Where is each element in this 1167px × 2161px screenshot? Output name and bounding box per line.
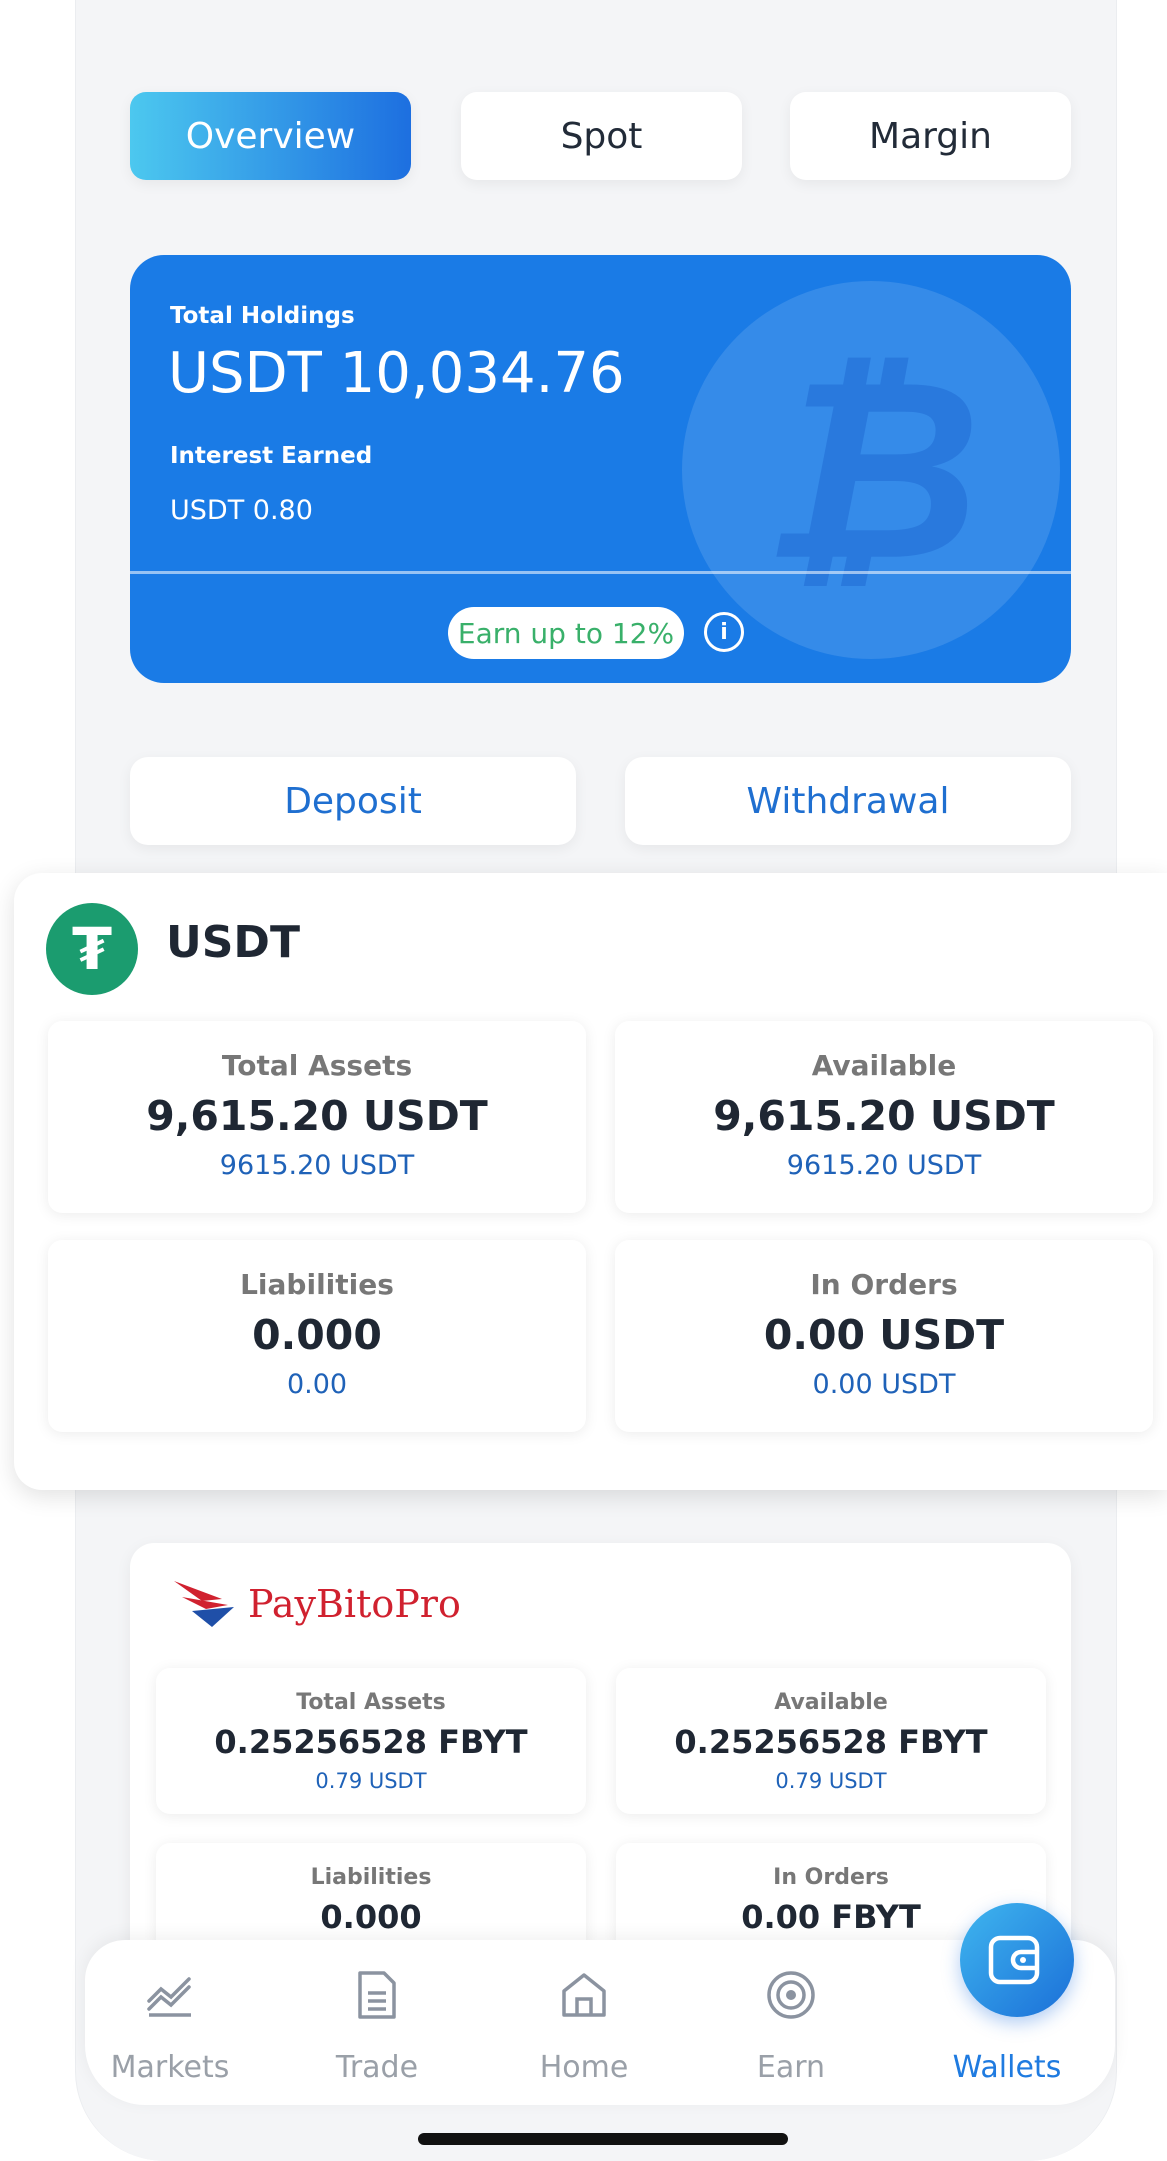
stat-label: In Orders xyxy=(773,1865,889,1890)
total-holdings-value: USDT 10,034.76 xyxy=(168,341,625,406)
tab-overview[interactable]: Overview xyxy=(130,92,411,180)
bitcoin-icon: ₿ xyxy=(761,324,981,616)
usdt-available: Available 9,615.20 USDT 9615.20 USDT xyxy=(615,1021,1153,1213)
nav-home[interactable]: Home xyxy=(499,1960,669,2085)
paybito-logo: PayBitoPro xyxy=(172,1577,461,1631)
nav-label: Wallets xyxy=(952,2050,1062,2085)
wallet-icon[interactable] xyxy=(960,1903,1074,2017)
earn-badge[interactable]: Earn up to 12% xyxy=(448,607,684,659)
paybito-brand: PayBitoPro xyxy=(248,1582,461,1626)
nav-label: Markets xyxy=(110,2050,230,2085)
nav-earn[interactable]: Earn xyxy=(706,1960,876,2085)
chart-line-icon xyxy=(85,1960,255,2030)
tab-margin[interactable]: Margin xyxy=(790,92,1071,180)
pb-available: Available 0.25256528 FBYT 0.79 USDT xyxy=(616,1668,1046,1814)
stat-value: 0.000 xyxy=(320,1898,422,1936)
nav-label: Trade xyxy=(335,2050,419,2085)
stat-sub: 9615.20 USDT xyxy=(219,1150,415,1181)
nav-label: Earn xyxy=(756,2050,826,2085)
usdt-in-orders: In Orders 0.00 USDT 0.00 USDT xyxy=(615,1240,1153,1432)
stat-label: Total Assets xyxy=(296,1690,446,1715)
stat-label: Total Assets xyxy=(221,1049,413,1082)
nav-trade[interactable]: Trade xyxy=(292,1960,462,2085)
stat-value: 0.25256528 FBYT xyxy=(674,1723,988,1761)
interest-earned-value: USDT 0.80 xyxy=(170,495,313,526)
stat-value: 9,615.20 USDT xyxy=(713,1092,1055,1140)
nav-label: Home xyxy=(539,2050,629,2085)
deposit-button[interactable]: Deposit xyxy=(130,757,576,845)
stat-sub: 9615.20 USDT xyxy=(786,1150,982,1181)
stat-label: Liabilities xyxy=(240,1268,394,1301)
target-icon xyxy=(706,1960,876,2030)
stat-sub: 0.00 USDT xyxy=(812,1369,956,1400)
usdt-asset-card: ₮ USDT Total Assets 9,615.20 USDT 9615.2… xyxy=(14,873,1167,1490)
stat-value: 0.25256528 FBYT xyxy=(214,1723,528,1761)
total-holdings-label: Total Holdings xyxy=(170,303,355,329)
stat-label: Available xyxy=(774,1690,888,1715)
withdrawal-button[interactable]: Withdrawal xyxy=(625,757,1071,845)
stat-value: 0.00 USDT xyxy=(763,1311,1005,1359)
asset-title: USDT xyxy=(166,917,300,968)
home-icon xyxy=(499,1960,669,2030)
stat-sub: 0.00 xyxy=(286,1369,348,1400)
stat-label: Liabilities xyxy=(310,1865,432,1890)
home-indicator[interactable] xyxy=(418,2133,788,2145)
stat-value: 9,615.20 USDT xyxy=(146,1092,488,1140)
usdt-liabilities: Liabilities 0.000 0.00 xyxy=(48,1240,586,1432)
stat-value: 0.000 xyxy=(252,1311,382,1359)
info-icon[interactable]: i xyxy=(704,612,744,652)
tab-spot[interactable]: Spot xyxy=(461,92,742,180)
stat-sub: 0.79 USDT xyxy=(775,1769,887,1793)
paybito-asset-card: PayBitoPro Total Assets 0.25256528 FBYT … xyxy=(130,1543,1071,1963)
stat-label: In Orders xyxy=(810,1268,958,1301)
document-icon xyxy=(292,1960,462,2030)
usdt-total-assets: Total Assets 9,615.20 USDT 9615.20 USDT xyxy=(48,1021,586,1213)
stat-label: Available xyxy=(811,1049,957,1082)
stat-sub: 0.79 USDT xyxy=(315,1769,427,1793)
tether-icon: ₮ xyxy=(46,903,138,995)
pb-total-assets: Total Assets 0.25256528 FBYT 0.79 USDT xyxy=(156,1668,586,1814)
holdings-card: ₿ Total Holdings USDT 10,034.76 Interest… xyxy=(130,255,1071,683)
card-divider xyxy=(130,571,1071,574)
nav-markets[interactable]: Markets xyxy=(85,1960,255,2085)
paybito-bird-icon xyxy=(174,1581,234,1627)
interest-earned-label: Interest Earned xyxy=(170,443,373,469)
